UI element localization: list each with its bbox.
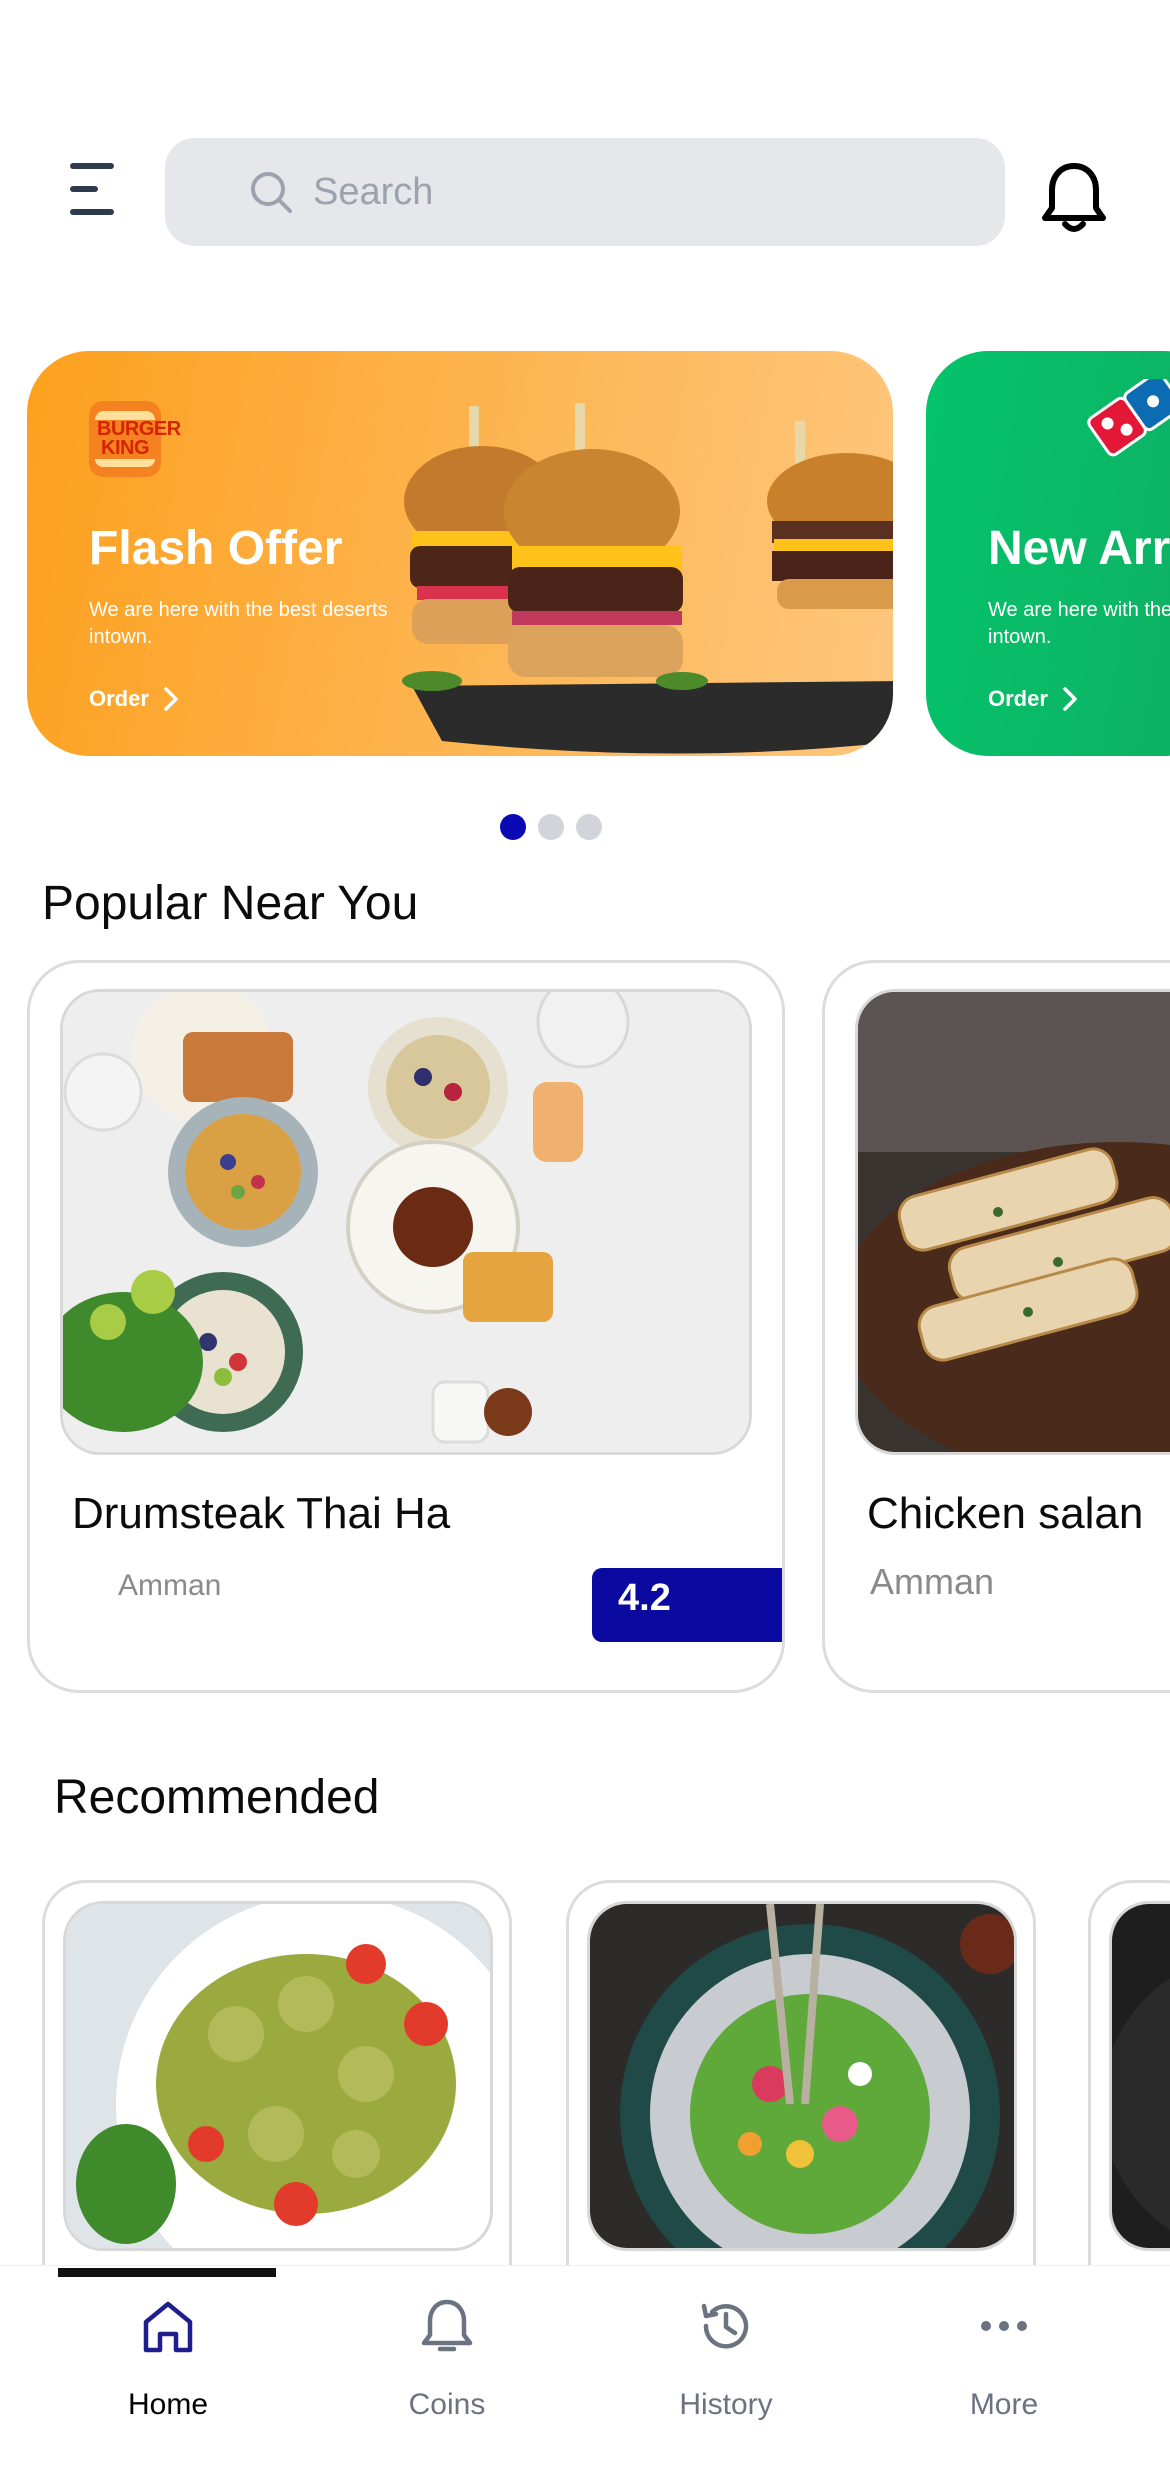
nav-item-home[interactable]: Home xyxy=(68,2296,268,2436)
restaurant-card[interactable]: Chicken salan Amman xyxy=(822,960,1170,1693)
banner-title: Flash Offer xyxy=(89,522,343,575)
search-icon xyxy=(251,172,292,213)
chevron-right-icon xyxy=(1063,687,1077,711)
menu-icon-line xyxy=(70,209,114,215)
order-button[interactable]: Order xyxy=(988,681,1078,717)
bottom-navigation: Home Coins History More xyxy=(0,2265,1170,2478)
history-icon xyxy=(701,2303,749,2349)
rating-badge: 4.2 xyxy=(592,1568,782,1642)
popular-section-title: Popular Near You xyxy=(42,877,419,930)
banner-description: We are here with the best deserts intown… xyxy=(89,599,388,648)
food-image xyxy=(855,989,1170,1455)
order-button[interactable]: Order xyxy=(89,681,179,717)
restaurant-location: Amman xyxy=(118,1569,222,1602)
notification-bell-icon[interactable] xyxy=(1040,160,1108,236)
search-input[interactable] xyxy=(313,158,963,226)
burger-king-logo-text: BURGER KING xyxy=(97,418,181,459)
chevron-right-icon xyxy=(164,687,178,711)
menu-icon-line xyxy=(70,163,114,169)
app-screen: BURGER KING Flash Offer We are here with… xyxy=(0,0,1170,2478)
menu-button[interactable] xyxy=(66,163,114,215)
restaurant-name: Drumsteak Thai Ha xyxy=(72,1489,451,1538)
order-label: Order xyxy=(988,686,1048,711)
food-image xyxy=(60,989,752,1455)
carousel-dot[interactable] xyxy=(576,814,602,840)
offer-banner-burger-king[interactable]: BURGER KING Flash Offer We are here with… xyxy=(27,351,893,756)
nav-label: Coins xyxy=(408,2388,486,2421)
menu-icon-line xyxy=(70,186,98,192)
restaurant-card[interactable]: Drumsteak Thai Ha Amman 4.2 xyxy=(27,960,785,1693)
nav-item-history[interactable]: History xyxy=(626,2296,826,2436)
burger-king-logo: BURGER KING xyxy=(89,401,181,477)
nav-label: Home xyxy=(127,2388,209,2421)
banner-title: New Arrival xyxy=(988,522,1170,575)
carousel-dot-active[interactable] xyxy=(500,814,526,840)
home-indicator-bar xyxy=(58,2268,276,2277)
carousel-pagination xyxy=(500,814,602,840)
burgers-image xyxy=(402,403,893,754)
nav-item-coins[interactable]: Coins xyxy=(347,2296,547,2436)
restaurant-location: Amman xyxy=(870,1561,995,1602)
carousel-dot[interactable] xyxy=(538,814,564,840)
restaurant-name: Chicken salan xyxy=(867,1489,1144,1538)
nav-label: History xyxy=(679,2388,773,2421)
food-image xyxy=(587,1901,1017,2251)
food-image xyxy=(1109,1901,1170,2251)
banner-description: We are here with the best deserts intown… xyxy=(988,599,1170,648)
more-dots-icon xyxy=(981,2321,1027,2331)
bell-icon xyxy=(421,2299,473,2352)
search-bar[interactable] xyxy=(165,138,1005,246)
home-icon xyxy=(143,2301,193,2353)
recommended-section-title: Recommended xyxy=(54,1771,380,1824)
order-label: Order xyxy=(89,686,149,711)
offer-banner-dominos[interactable]: New Arrival We are here with the best de… xyxy=(926,351,1170,756)
nav-label: More xyxy=(969,2388,1039,2421)
food-image xyxy=(63,1901,493,2251)
dominos-logo xyxy=(1087,379,1170,457)
nav-item-more[interactable]: More xyxy=(904,2296,1104,2436)
